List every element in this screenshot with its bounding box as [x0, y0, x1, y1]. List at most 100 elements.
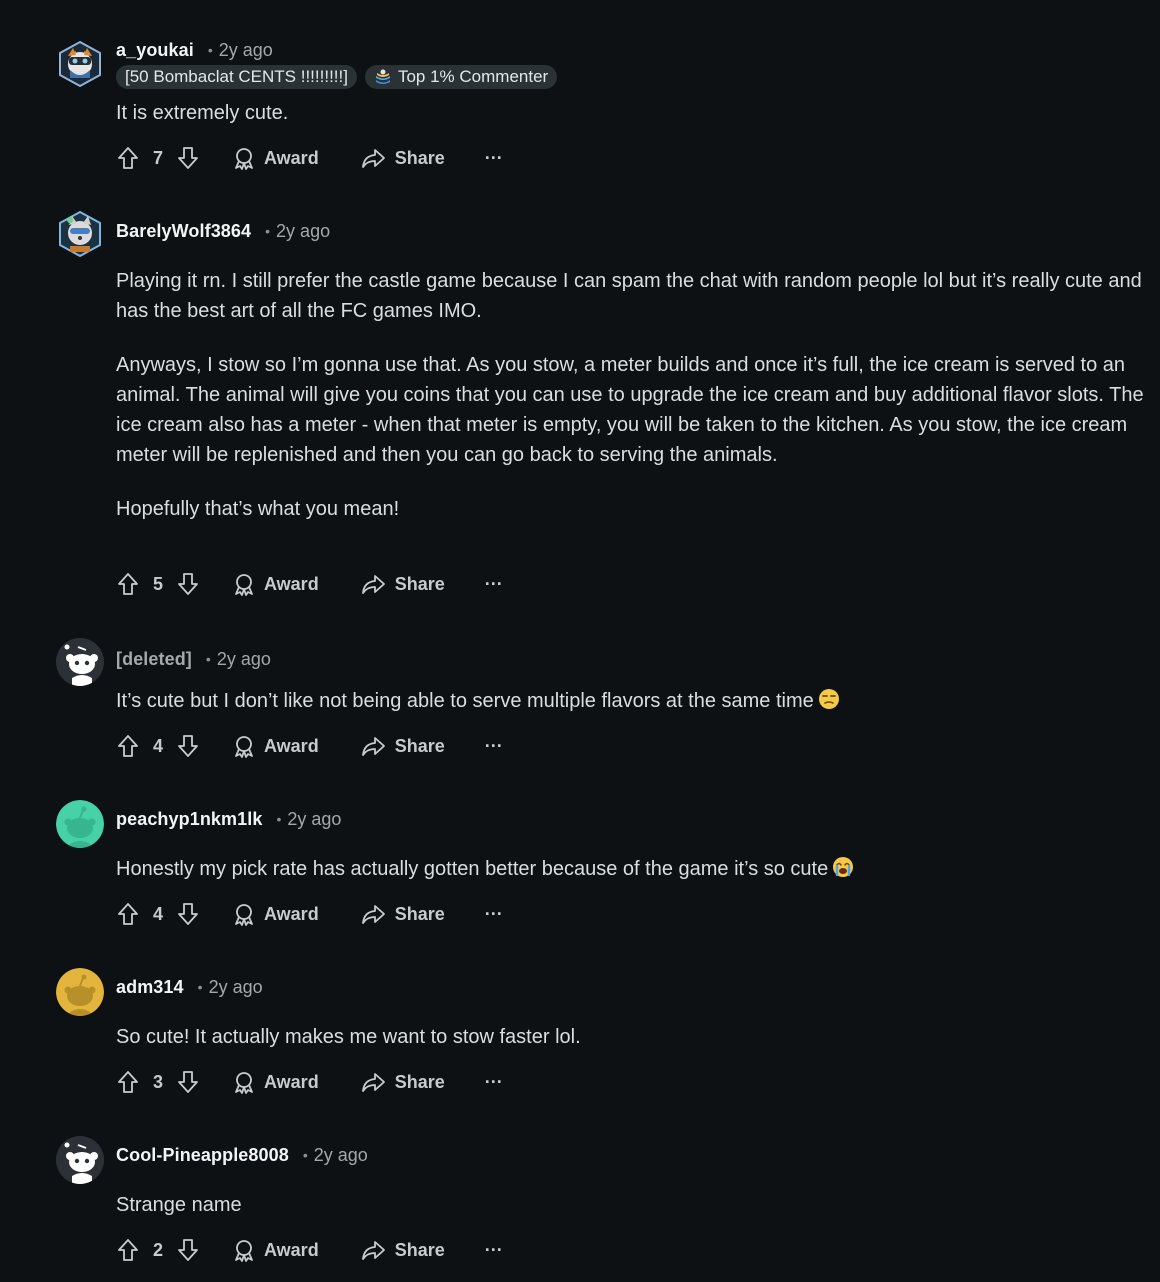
comment-body: Honestly my pick rate has actually gotte… [116, 854, 1146, 884]
share-button[interactable]: Share [361, 902, 445, 926]
award-icon [235, 904, 253, 926]
timestamp[interactable]: 2y ago [209, 977, 263, 998]
separator-dot: • [276, 811, 282, 827]
comment-text: Honestly my pick rate has actually gotte… [116, 858, 829, 880]
comment-paragraph: Strange name [116, 1194, 242, 1216]
separator-dot: • [302, 1147, 308, 1163]
share-button[interactable]: Share [361, 1070, 445, 1094]
downvote-button[interactable] [176, 1070, 200, 1094]
downvote-arrow-icon [178, 1071, 198, 1093]
downvote-button[interactable] [176, 1238, 200, 1262]
crying-face-icon [833, 857, 854, 877]
separator-dot: • [197, 979, 203, 995]
award-button[interactable]: Award [232, 1070, 319, 1094]
downvote-arrow-icon [178, 735, 198, 757]
upvote-button[interactable] [116, 1238, 140, 1262]
more-options-icon: ··· [484, 573, 503, 594]
avatar[interactable] [56, 40, 104, 88]
upvote-button[interactable] [116, 902, 140, 926]
more-options-button[interactable]: ··· [485, 736, 503, 757]
comment-body: So cute! It actually makes me want to st… [116, 1022, 1146, 1052]
author-name[interactable]: peachyp1nkm1lk [116, 809, 262, 830]
award-icon [235, 148, 253, 170]
downvote-button[interactable] [176, 734, 200, 758]
author-name[interactable]: adm314 [116, 977, 184, 998]
share-button[interactable]: Share [361, 146, 445, 170]
award-label: Award [264, 735, 319, 756]
more-options-button[interactable]: ··· [485, 148, 503, 169]
share-label: Share [394, 1239, 445, 1260]
snoo-teal-avatar-icon [56, 800, 104, 848]
downvote-button[interactable] [176, 146, 200, 170]
upvote-button[interactable] [116, 1070, 140, 1094]
share-icon [361, 905, 385, 924]
downvote-button[interactable] [176, 572, 200, 596]
timestamp[interactable]: 2y ago [314, 1145, 368, 1166]
comment-meta: [deleted] • 2y ago [116, 647, 271, 671]
share-button[interactable]: Share [361, 1238, 445, 1262]
award-label: Award [264, 1071, 319, 1092]
more-options-button[interactable]: ··· [485, 1240, 503, 1261]
avatar[interactable] [56, 638, 104, 686]
avatar[interactable] [56, 800, 104, 848]
separator-dot: • [265, 223, 271, 239]
downvote-arrow-icon [178, 147, 198, 169]
more-options-icon: ··· [484, 903, 503, 924]
author-name[interactable]: BarelyWolf3864 [116, 221, 251, 242]
share-button[interactable]: Share [361, 734, 445, 758]
award-icon [235, 736, 253, 758]
comment-body: It’s cute but I don’t like not being abl… [116, 686, 1146, 716]
vote-score: 4 [152, 903, 163, 924]
more-options-button[interactable]: ··· [485, 1072, 503, 1093]
avatar[interactable] [56, 210, 104, 258]
comment-meta: a_youkai • 2y ago [116, 38, 273, 62]
more-options-icon: ··· [484, 1239, 503, 1260]
upvote-button[interactable] [116, 734, 140, 758]
award-button[interactable]: Award [232, 902, 319, 926]
avatar[interactable] [56, 968, 104, 1016]
downvote-button[interactable] [176, 902, 200, 926]
more-options-button[interactable]: ··· [485, 574, 503, 595]
user-flair-text: [50 Bombaclat CENTS !!!!!!!!!] [125, 67, 348, 86]
more-options-button[interactable]: ··· [485, 904, 503, 925]
share-label: Share [394, 147, 445, 168]
award-label: Award [264, 1239, 319, 1260]
upvote-arrow-icon [118, 903, 138, 925]
comment-paragraph: It’s cute but I don’t like not being abl… [116, 686, 1146, 716]
award-icon [235, 1072, 253, 1094]
vote-score: 5 [152, 573, 163, 594]
tiger-avatar-icon [59, 40, 101, 88]
comment-paragraph: Hopefully that’s what you mean! [116, 498, 400, 520]
flair-row: [50 Bombaclat CENTS !!!!!!!!!] Top 1% Co… [116, 65, 558, 89]
comment-text: It’s cute but I don’t like not being abl… [116, 690, 814, 712]
upvote-arrow-icon [118, 1239, 138, 1261]
upvote-arrow-icon [118, 147, 138, 169]
award-button[interactable]: Award [232, 146, 319, 170]
snoo-yellow-avatar-icon [56, 968, 104, 1016]
award-button[interactable]: Award [232, 1238, 319, 1262]
share-icon [361, 575, 385, 594]
award-icon [235, 1240, 253, 1262]
timestamp[interactable]: 2y ago [287, 809, 341, 830]
comment-paragraph: It is extremely cute. [116, 102, 289, 124]
avatar[interactable] [56, 1136, 104, 1184]
timestamp[interactable]: 2y ago [219, 40, 273, 61]
upvote-button[interactable] [116, 146, 140, 170]
comment-body: Strange name [116, 1190, 1146, 1220]
downvote-arrow-icon [178, 903, 198, 925]
vote-score: 2 [152, 1239, 163, 1260]
share-button[interactable]: Share [361, 572, 445, 596]
author-name[interactable]: a_youkai [116, 40, 194, 61]
share-label: Share [394, 735, 445, 756]
award-button[interactable]: Award [232, 734, 319, 758]
author-name[interactable]: Cool-Pineapple8008 [116, 1145, 289, 1166]
comment-actions: 4 Award Share ··· [116, 899, 503, 929]
upvote-button[interactable] [116, 572, 140, 596]
user-flair: [50 Bombaclat CENTS !!!!!!!!!] [116, 65, 357, 89]
award-button[interactable]: Award [232, 572, 319, 596]
timestamp[interactable]: 2y ago [217, 649, 271, 670]
timestamp[interactable]: 2y ago [276, 221, 330, 242]
award-label: Award [264, 573, 319, 594]
comment-actions: 2 Award Share ··· [116, 1235, 503, 1265]
comment-actions: 3 Award Share ··· [116, 1067, 503, 1097]
